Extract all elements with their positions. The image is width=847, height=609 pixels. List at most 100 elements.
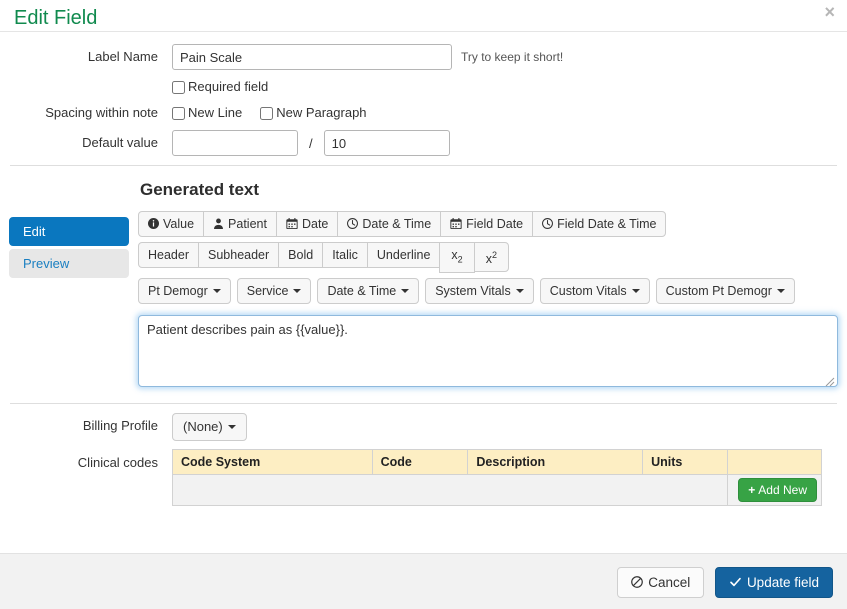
update-field-button[interactable]: Update field xyxy=(714,567,833,598)
plus-icon: + xyxy=(748,482,756,497)
spacing-row: Spacing within note New Line New Paragra… xyxy=(0,104,847,122)
default-value-label: Default value xyxy=(82,135,158,150)
divider-upper xyxy=(10,165,837,166)
add-new-label: Add New xyxy=(758,482,807,497)
column-code: Code xyxy=(371,448,469,475)
required-field-checkbox-label[interactable]: Required field xyxy=(172,78,268,96)
clinical-codes-table: Code System Code Description Units + Add … xyxy=(172,448,822,506)
insert-field-date-label: Field Date xyxy=(466,217,524,231)
clinical-codes-label: Clinical codes xyxy=(77,454,158,470)
edit-field-modal: Edit Field × Label Name Try to keep it s… xyxy=(0,0,847,609)
default-value-separator: / xyxy=(309,135,313,151)
check-icon xyxy=(729,576,742,588)
cancel-button[interactable]: Cancel xyxy=(617,567,705,598)
tab-preview[interactable]: Preview xyxy=(9,249,129,278)
dropdown-custom-pt-demogr-label: Custom Pt Demogr xyxy=(665,283,772,298)
generated-text-title: Generated text xyxy=(140,180,260,199)
add-new-button[interactable]: + Add New xyxy=(738,477,817,502)
default-value-row: Default value / xyxy=(0,130,847,156)
table-row: + Add New xyxy=(172,473,822,506)
format-button-group: Header Subheader Bold Italic Underline x2 x2 xyxy=(138,242,838,273)
billing-profile-row: Billing Profile (None) xyxy=(0,412,847,441)
chevron-down-icon xyxy=(227,425,236,430)
insert-date-label: Date xyxy=(301,217,329,231)
new-paragraph-checkbox-label[interactable]: New Paragraph xyxy=(260,104,367,122)
clock-icon xyxy=(542,218,554,229)
dropdown-custom-pt-demogr-button[interactable]: Custom Pt Demogr xyxy=(655,277,795,304)
format-subheader-button[interactable]: Subheader xyxy=(198,242,280,268)
new-line-checkbox[interactable] xyxy=(172,106,185,120)
close-icon[interactable]: × xyxy=(824,3,835,21)
add-new-cell: + Add New xyxy=(727,473,822,506)
chevron-down-icon xyxy=(401,289,410,294)
dropdown-system-vitals-label: System Vitals xyxy=(435,283,511,298)
generated-text-textarea[interactable] xyxy=(138,314,838,387)
format-superscript-button[interactable]: x2 xyxy=(473,242,509,273)
column-description: Description xyxy=(467,448,644,475)
label-name-hint: Try to keep it short! xyxy=(461,50,564,64)
format-header-button[interactable]: Header xyxy=(138,242,199,268)
insert-date-time-button[interactable]: Date & Time xyxy=(337,211,442,237)
insert-value-label: Value xyxy=(163,217,195,231)
insert-field-date-button[interactable]: Field Date xyxy=(440,211,534,237)
dropdown-custom-vitals-label: Custom Vitals xyxy=(549,283,627,298)
required-field-checkbox[interactable] xyxy=(172,80,185,94)
new-paragraph-text: New Paragraph xyxy=(276,105,367,120)
spacing-label: Spacing within note xyxy=(45,105,158,120)
insert-field-date-time-label: Field Date & Time xyxy=(557,217,657,231)
new-line-text: New Line xyxy=(188,105,243,120)
chevron-down-icon xyxy=(631,289,640,294)
dropdown-service-button[interactable]: Service xyxy=(236,277,312,304)
billing-profile-value: (None) xyxy=(183,418,223,434)
insert-button-group: Value Patient Date Date & Time Field Dat… xyxy=(138,211,838,237)
table-header-row: Code System Code Description Units xyxy=(172,448,822,475)
dropdown-pt-demogr-label: Pt Demogr xyxy=(148,283,208,298)
new-line-checkbox-label[interactable]: New Line xyxy=(172,104,242,122)
label-name-label: Label Name xyxy=(87,49,158,64)
clinical-codes-row: Clinical codes Code System Code Descript… xyxy=(0,448,847,506)
required-field-text: Required field xyxy=(188,79,269,94)
insert-field-date-time-button[interactable]: Field Date & Time xyxy=(532,211,667,237)
dropdown-custom-vitals-button[interactable]: Custom Vitals xyxy=(539,277,650,304)
chevron-down-icon xyxy=(515,289,524,294)
page-title: Edit Field xyxy=(14,7,98,29)
dropdown-system-vitals-button[interactable]: System Vitals xyxy=(425,277,534,304)
insert-value-button[interactable]: Value xyxy=(138,211,205,237)
chevron-down-icon xyxy=(212,289,221,294)
column-units: Units xyxy=(642,448,728,475)
cancel-label: Cancel xyxy=(648,575,691,590)
clock-icon xyxy=(347,218,359,229)
tab-edit[interactable]: Edit xyxy=(9,217,129,246)
user-icon xyxy=(213,218,224,229)
generated-text-editor-wrap xyxy=(138,309,838,390)
dropdown-pt-demogr-button[interactable]: Pt Demogr xyxy=(138,277,231,304)
mode-tabs: Edit Preview xyxy=(0,175,138,390)
billing-profile-label: Billing Profile xyxy=(82,417,158,433)
calendar-icon xyxy=(450,218,462,229)
empty-codes-cell xyxy=(172,473,728,506)
column-actions xyxy=(727,448,822,475)
format-italic-button[interactable]: Italic xyxy=(322,242,368,268)
ban-icon xyxy=(631,576,644,588)
generated-text-section: Edit Preview Generated text Value Patien… xyxy=(0,175,847,390)
required-field-row: Required field xyxy=(0,78,847,96)
divider-lower xyxy=(10,402,837,404)
info-circle-icon xyxy=(148,218,159,229)
dropdown-date-time-button[interactable]: Date & Time xyxy=(317,277,420,304)
label-name-input[interactable] xyxy=(172,44,452,70)
default-max-input[interactable] xyxy=(323,130,450,156)
dropdown-button-group: Pt Demogr Service Date & Time System Vitals… xyxy=(138,277,838,304)
billing-profile-dropdown[interactable]: (None) xyxy=(172,412,247,441)
dropdown-date-time-label: Date & Time xyxy=(327,283,397,298)
format-underline-button[interactable]: Underline xyxy=(366,242,441,268)
format-bold-button[interactable]: Bold xyxy=(278,242,324,268)
default-value-input[interactable] xyxy=(172,130,298,156)
insert-date-button[interactable]: Date xyxy=(275,211,339,237)
modal-header: Edit Field × xyxy=(0,0,847,32)
new-paragraph-checkbox[interactable] xyxy=(260,106,274,120)
update-field-label: Update field xyxy=(746,575,819,590)
format-subscript-button[interactable]: x2 xyxy=(439,242,475,273)
insert-patient-button[interactable]: Patient xyxy=(203,211,277,237)
chevron-down-icon xyxy=(293,289,302,294)
chevron-down-icon xyxy=(776,289,785,294)
